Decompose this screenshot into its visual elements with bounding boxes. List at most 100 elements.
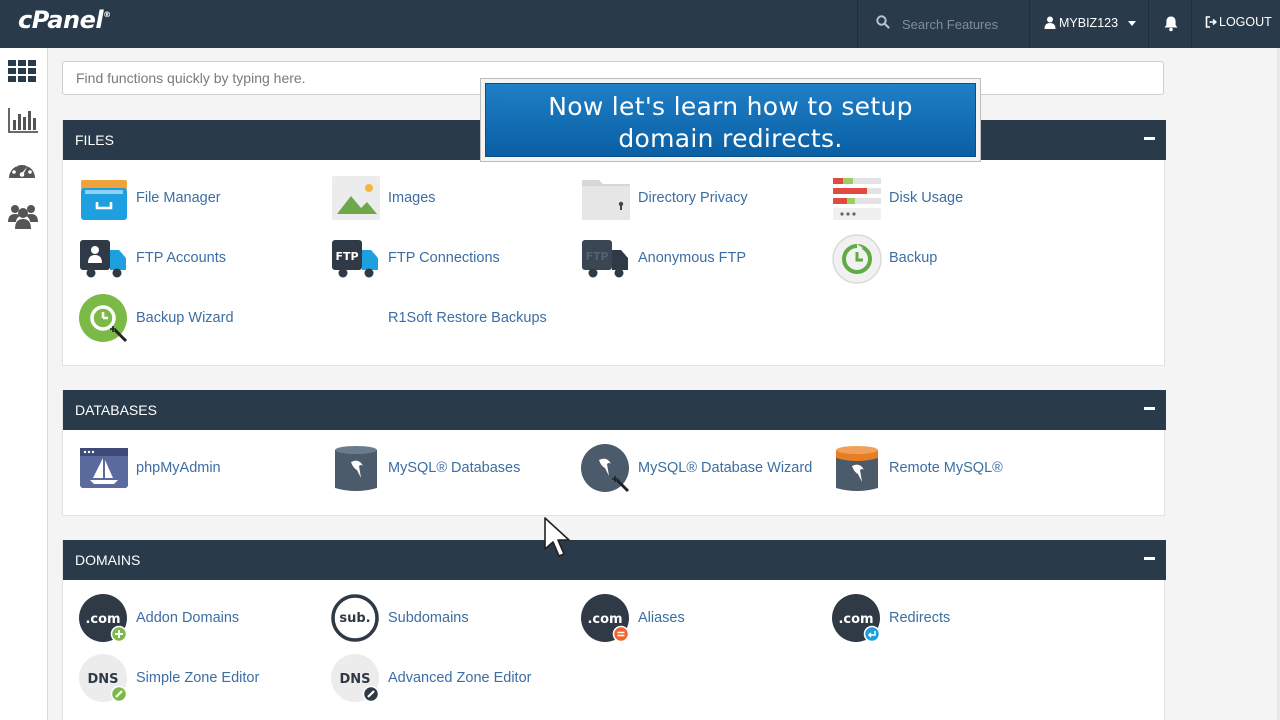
icon-text: DNS	[339, 672, 370, 687]
redirects-icon: .com	[832, 594, 881, 643]
item-label: FTP Connections	[388, 250, 500, 266]
mysql-database-wizard-link[interactable]: MySQL® Database Wizard	[581, 444, 821, 494]
file-manager-icon	[81, 180, 127, 220]
svg-text:FTP: FTP	[585, 250, 608, 263]
panel-title: DATABASES	[75, 402, 157, 418]
images-icon	[332, 176, 380, 220]
users-icon	[8, 205, 38, 229]
minus-icon[interactable]	[1144, 137, 1155, 140]
images-link[interactable]: Images	[331, 174, 571, 224]
mysql-databases-link[interactable]: MySQL® Databases	[331, 444, 571, 494]
item-label: R1Soft Restore Backups	[388, 310, 547, 326]
icon-text: sub.	[339, 611, 370, 626]
item-label: Directory Privacy	[638, 190, 748, 206]
disk-usage-link[interactable]: Disk Usage	[832, 174, 1072, 224]
search-icon	[876, 15, 890, 29]
item-label: Images	[388, 190, 436, 206]
item-label: MySQL® Databases	[388, 460, 521, 476]
item-label: Aliases	[638, 610, 685, 626]
sidebar-item-stats[interactable]	[7, 106, 39, 136]
icon-text: .com	[85, 612, 120, 627]
item-label: Simple Zone Editor	[136, 670, 260, 686]
databases-panel: DATABASES phpMyAdmin MySQL® Databases My…	[62, 390, 1166, 516]
gauge-icon	[9, 160, 35, 178]
r1soft-restore-link[interactable]: R1Soft Restore Backups	[331, 294, 571, 344]
minus-icon[interactable]	[1144, 407, 1155, 410]
backup-icon	[832, 234, 882, 284]
disk-usage-icon	[833, 178, 881, 220]
icon-text: .com	[587, 612, 622, 627]
user-menu[interactable]: MYBIZ123	[1031, 0, 1149, 48]
ftp-connections-link[interactable]: FTP FTP Connections	[331, 234, 571, 284]
item-label: MySQL® Database Wizard	[638, 460, 813, 476]
anonymous-ftp-link[interactable]: FTP Anonymous FTP	[581, 234, 821, 284]
notifications-button[interactable]	[1150, 0, 1192, 48]
sidebar	[0, 48, 48, 720]
ftp-accounts-icon	[80, 240, 126, 278]
logout-icon	[1205, 16, 1218, 28]
domains-panel-header[interactable]: DOMAINS	[63, 540, 1166, 580]
sidebar-item-home[interactable]	[7, 58, 39, 88]
callout-line-1: Now let's learn how to setup	[548, 92, 913, 121]
subdomains-link[interactable]: sub. Subdomains	[331, 594, 571, 644]
item-label: Addon Domains	[136, 610, 240, 626]
logout-button[interactable]: LOGOUT	[1205, 15, 1272, 29]
anonymous-ftp-icon: FTP	[582, 240, 628, 278]
advanced-zone-editor-icon: DNS	[331, 654, 380, 703]
file-manager-link[interactable]: File Manager	[79, 174, 319, 224]
logout-label: LOGOUT	[1219, 15, 1272, 29]
addon-domains-link[interactable]: .com Addon Domains	[79, 594, 319, 644]
top-bar: cPanel® MYBIZ123 LOGOUT	[0, 0, 1280, 48]
remote-mysql-icon	[836, 446, 878, 491]
callout-line-2: domain redirects.	[618, 124, 843, 153]
item-label: Redirects	[889, 610, 951, 626]
directory-privacy-icon	[582, 180, 630, 220]
addon-domains-icon: .com	[79, 594, 128, 643]
username: MYBIZ123	[1059, 16, 1119, 30]
item-label: Disk Usage	[889, 190, 964, 206]
user-icon	[1044, 16, 1056, 29]
remote-mysql-link[interactable]: Remote MySQL®	[832, 444, 1072, 494]
bell-icon	[1164, 16, 1178, 32]
aliases-link[interactable]: .com Aliases	[581, 594, 821, 644]
subdomains-icon: sub.	[331, 594, 379, 642]
cpanel-logo[interactable]: cPanel®	[18, 6, 111, 34]
item-label: FTP Accounts	[136, 250, 226, 266]
backup-wizard-link[interactable]: Backup Wizard	[79, 294, 319, 344]
mysql-databases-icon	[335, 446, 377, 491]
item-label: Backup	[889, 250, 938, 266]
phpmyadmin-icon	[80, 448, 128, 488]
domains-panel: DOMAINS .com Addon Domains sub. Subdomai…	[62, 540, 1166, 720]
redirects-link[interactable]: .com Redirects	[832, 594, 1072, 644]
grid-icon	[8, 60, 36, 82]
item-label: Advanced Zone Editor	[388, 670, 532, 686]
ftp-accounts-link[interactable]: FTP Accounts	[79, 234, 319, 284]
minus-icon[interactable]	[1144, 557, 1155, 560]
icon-text: .com	[838, 612, 873, 627]
phpmyadmin-link[interactable]: phpMyAdmin	[79, 444, 319, 494]
ftp-connections-icon: FTP	[332, 240, 378, 278]
simple-zone-editor-icon: DNS	[79, 654, 128, 703]
sidebar-item-users[interactable]	[7, 202, 39, 232]
aliases-icon: .com	[581, 594, 630, 643]
mouse-cursor-icon	[544, 517, 573, 559]
panel-title: DOMAINS	[75, 552, 141, 568]
directory-privacy-link[interactable]: Directory Privacy	[581, 174, 821, 224]
backup-link[interactable]: Backup	[832, 234, 1072, 284]
databases-panel-header[interactable]: DATABASES	[63, 390, 1166, 430]
advanced-zone-editor-link[interactable]: DNS Advanced Zone Editor	[331, 654, 571, 704]
item-label: File Manager	[136, 190, 221, 206]
item-label: phpMyAdmin	[136, 460, 221, 476]
panel-title: FILES	[75, 132, 114, 148]
callout-text: Now let's learn how to setup domain redi…	[485, 83, 976, 157]
feature-search	[857, 0, 1030, 48]
item-label: Backup Wizard	[136, 310, 234, 326]
item-label: Anonymous FTP	[638, 250, 746, 266]
icon-text: DNS	[87, 672, 118, 687]
item-label: Subdomains	[388, 610, 469, 626]
chevron-down-icon	[1128, 21, 1136, 26]
mysql-wizard-icon	[581, 444, 630, 493]
feature-search-input[interactable]	[902, 13, 1022, 35]
sidebar-item-dashboard[interactable]	[7, 156, 39, 186]
simple-zone-editor-link[interactable]: DNS Simple Zone Editor	[79, 654, 319, 704]
